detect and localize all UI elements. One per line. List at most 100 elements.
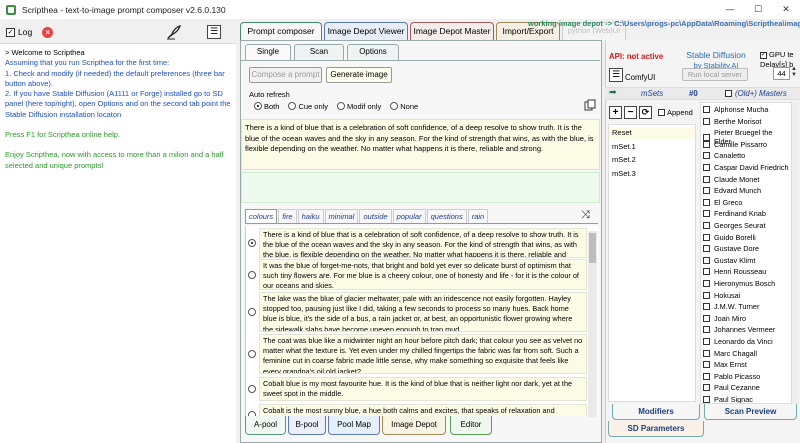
auto-refresh-radio[interactable] [390, 102, 399, 110]
master-checkbox[interactable] [703, 303, 710, 311]
mset-item[interactable]: Reset [609, 127, 695, 139]
sd-menu-button[interactable]: ☰ [609, 68, 623, 82]
generate-image-button[interactable]: Generate image [326, 67, 392, 83]
subtab-scan[interactable]: Scan [294, 44, 344, 60]
tab-pool-map[interactable]: Pool Map [328, 416, 380, 435]
log-checkbox[interactable]: ✓ [6, 27, 15, 37]
subtab-options[interactable]: Options [347, 44, 399, 60]
master-item[interactable]: El Greco [703, 198, 742, 207]
scan-preview-button[interactable]: Scan Preview [704, 404, 797, 420]
auto-refresh-option[interactable]: Modif only [337, 102, 381, 111]
scroll-thumb[interactable] [589, 233, 596, 263]
master-item[interactable]: Gustave Dore [703, 244, 759, 253]
category-tab-minimal[interactable]: minimal [324, 209, 359, 223]
master-checkbox[interactable] [703, 175, 710, 183]
cue-list-scrollbar[interactable] [588, 231, 597, 417]
master-checkbox[interactable] [703, 117, 710, 125]
tab-b-pool[interactable]: B-pool [288, 416, 326, 435]
remove-mset-button[interactable]: − [624, 106, 637, 119]
copy-icon[interactable] [584, 99, 597, 112]
master-item[interactable]: Paul Cezanne [703, 383, 760, 392]
add-mset-button[interactable]: + [609, 106, 622, 119]
append-group[interactable]: Append [658, 108, 693, 117]
masters-checkbox[interactable] [725, 90, 732, 97]
master-item[interactable]: Ferdinand Knab [703, 209, 766, 218]
master-checkbox[interactable] [703, 396, 710, 403]
master-checkbox[interactable] [703, 106, 710, 113]
cue-radio[interactable] [248, 385, 256, 393]
cue-item[interactable]: There is a kind of blue that is a celebr… [246, 228, 589, 260]
clear-log-icon[interactable]: × [42, 26, 54, 38]
preferences-menu-button[interactable]: ☰ [207, 25, 221, 39]
master-item[interactable]: Pablo Picasso [703, 372, 760, 381]
master-checkbox[interactable] [703, 245, 710, 253]
arrow-icon[interactable]: ➡ [609, 87, 617, 98]
subtab-single[interactable]: Single [245, 44, 291, 60]
master-item[interactable]: Alphonse Mucha [703, 105, 768, 114]
master-item[interactable]: J.M.W. Turner [703, 302, 759, 311]
master-checkbox[interactable] [703, 326, 710, 334]
cue-item[interactable]: It was the blue of forget-me-nots, that … [246, 259, 589, 292]
master-checkbox[interactable] [703, 187, 710, 195]
master-checkbox[interactable] [703, 268, 710, 276]
cue-radio[interactable] [248, 271, 256, 279]
cue-radio[interactable] [248, 239, 256, 247]
master-checkbox[interactable] [703, 152, 710, 160]
master-checkbox[interactable] [703, 372, 710, 380]
master-checkbox[interactable] [703, 361, 710, 369]
masters-header[interactable]: (Old+) Masters [725, 89, 787, 98]
category-tab-outside[interactable]: outside [359, 209, 392, 223]
tab-image-depot-master[interactable]: Image Depot Master [410, 22, 494, 40]
master-item[interactable]: Edvard Munch [703, 186, 761, 195]
master-checkbox[interactable] [703, 164, 710, 171]
run-local-server-button[interactable]: Run local server [682, 68, 748, 81]
master-item[interactable]: Hokusai [703, 291, 740, 300]
tab-editor[interactable]: Editor [450, 416, 492, 435]
master-item[interactable]: Paul Signac [703, 395, 753, 403]
master-checkbox[interactable] [703, 384, 710, 392]
sd-parameters-button[interactable]: SD Parameters [608, 421, 704, 437]
cue-radio[interactable] [248, 308, 256, 316]
tab-image-depot-viewer[interactable]: Image Depot Viewer [324, 22, 408, 40]
master-checkbox[interactable] [703, 338, 710, 345]
tab-image-depot[interactable]: Image Depot [382, 416, 446, 435]
modifiers-button[interactable]: Modifiers [612, 404, 700, 420]
master-checkbox[interactable] [703, 280, 710, 287]
auto-refresh-radio[interactable] [288, 102, 297, 110]
category-tab-questions[interactable]: questions [426, 209, 467, 223]
delay-input[interactable]: 44 [773, 67, 790, 80]
tab-prompt-composer[interactable]: Prompt composer [240, 22, 322, 40]
log-checkbox-group[interactable]: ✓ Log [6, 27, 32, 37]
master-checkbox[interactable] [703, 233, 710, 241]
category-tab-popular[interactable]: popular [392, 209, 426, 223]
minimize-button[interactable]: — [716, 0, 744, 19]
compose-prompt-button[interactable]: Compose a prompt [249, 67, 322, 83]
auto-refresh-option[interactable]: Both [254, 102, 279, 111]
master-item[interactable]: Joan Miro [703, 314, 746, 323]
auto-refresh-radio[interactable] [254, 102, 262, 110]
refresh-mset-icon[interactable]: ⟳ [639, 106, 652, 119]
auto-refresh-option[interactable]: Cue only [288, 102, 328, 111]
mset-item[interactable]: mSet.3 [609, 168, 695, 180]
master-item[interactable]: Gustav Klimt [703, 256, 755, 265]
cue-item[interactable]: The lake was the blue of glacier meltwat… [246, 292, 589, 334]
mset-item[interactable]: mSet.2 [609, 154, 695, 166]
mset-item[interactable]: mSet.1 [609, 141, 695, 153]
category-tab-colours[interactable]: colours [245, 209, 278, 223]
maximize-button[interactable]: ☐ [744, 0, 772, 19]
append-checkbox[interactable] [658, 109, 665, 116]
category-tab-rain[interactable]: rain [467, 209, 489, 223]
master-item[interactable]: Marc Chagall [703, 349, 757, 358]
master-item[interactable]: Camille Pissarro [703, 140, 767, 149]
gpu-temp-group[interactable]: ✓ GPU te [760, 50, 794, 60]
master-checkbox[interactable] [703, 314, 710, 322]
master-checkbox[interactable] [703, 291, 710, 299]
master-item[interactable]: Johannes Vermeer [703, 325, 775, 334]
delay-spinner-icon[interactable]: ▲ ▼ [791, 66, 797, 78]
master-checkbox[interactable] [703, 140, 710, 148]
master-checkbox[interactable] [703, 349, 710, 357]
master-item[interactable]: Guido Borelli [703, 233, 756, 242]
cue-item[interactable]: Cobalt blue is my most favourite hue. It… [246, 377, 589, 403]
prompt-text[interactable]: There is a kind of blue that is a celebr… [241, 119, 600, 170]
category-tab-haiku[interactable]: haiku [297, 209, 324, 223]
